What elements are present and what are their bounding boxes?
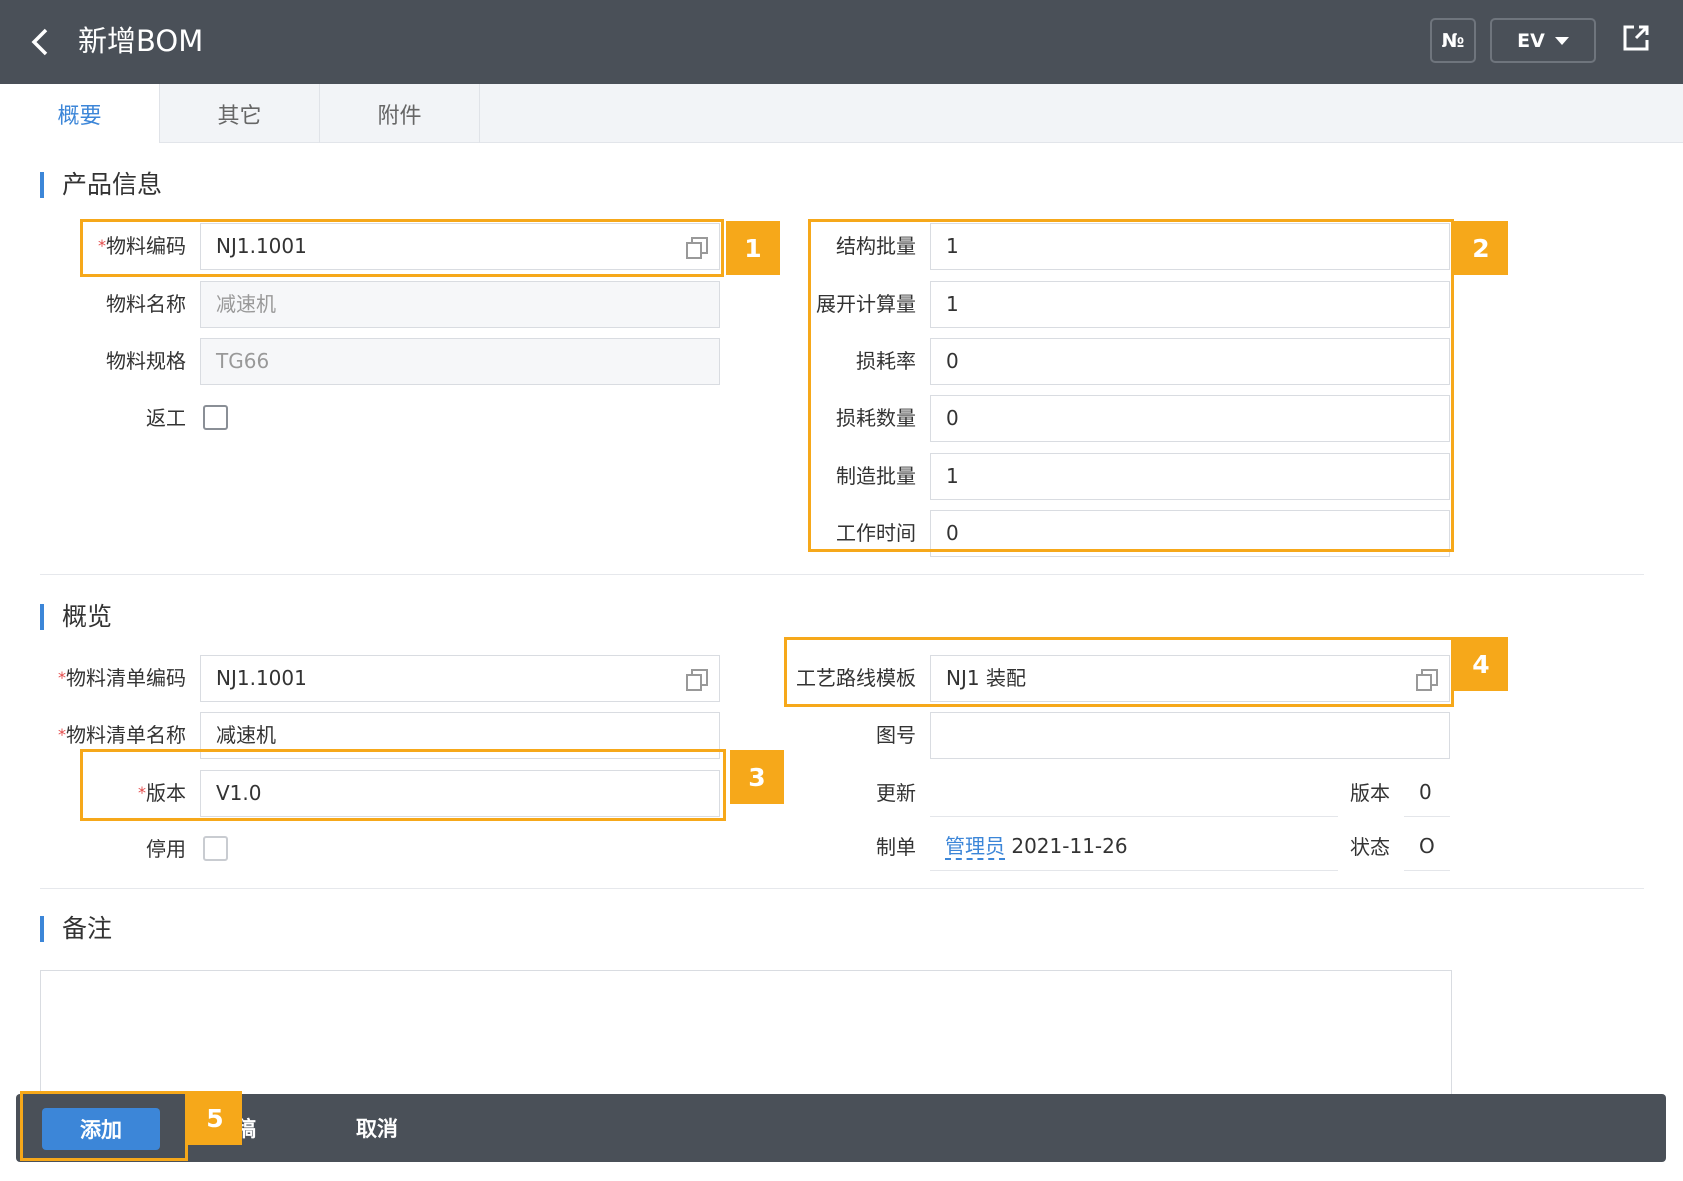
ev-dropdown-label: EV: [1517, 29, 1545, 52]
annotation-box-5: [20, 1091, 188, 1161]
disabled-checkbox[interactable]: [203, 836, 228, 861]
annotation-box-2: [808, 219, 1454, 552]
number-button[interactable]: №: [1430, 18, 1476, 63]
update-value-field: [930, 770, 1338, 817]
tab-other[interactable]: 其它: [160, 84, 320, 143]
material-name-value: 减速机: [216, 292, 276, 316]
annotation-badge-2: 2: [1454, 221, 1508, 275]
creator-label: 制单: [876, 835, 916, 859]
share-export-icon[interactable]: [1620, 22, 1652, 54]
annotation-badge-5: 5: [188, 1091, 242, 1145]
tab-summary[interactable]: 概要: [0, 84, 160, 143]
bottom-action-bar: [16, 1094, 1666, 1162]
version-no-label: 版本: [1350, 781, 1390, 805]
tab-other-label: 其它: [217, 103, 262, 129]
material-spec-input[interactable]: TG66: [200, 338, 720, 385]
disabled-label: 停用: [146, 837, 186, 861]
back-arrow-icon[interactable]: [26, 24, 56, 60]
bom-name-label: *物料清单名称: [40, 722, 186, 748]
chevron-down-icon: [1554, 36, 1569, 45]
status-label: 状态: [1350, 835, 1390, 859]
top-header: 新增BOM № EV: [0, 0, 1683, 84]
creator-name-link[interactable]: 管理员: [945, 834, 1005, 860]
creator-date: 2021-11-26: [1011, 834, 1128, 858]
bom-name-label-text: 物料清单名称: [66, 723, 186, 747]
cancel-button-label: 取消: [356, 1117, 398, 1141]
drawing-no-input[interactable]: [930, 712, 1450, 759]
cancel-button[interactable]: 取消: [356, 1110, 398, 1148]
annotation-badge-1: 1: [726, 221, 780, 275]
rework-label: 返工: [146, 406, 186, 430]
page-title: 新增BOM: [78, 24, 204, 58]
material-name-label: 物料名称: [106, 292, 186, 316]
drawing-no-label: 图号: [876, 723, 916, 747]
rework-checkbox[interactable]: [203, 405, 228, 430]
material-spec-label: 物料规格: [106, 349, 186, 373]
tab-summary-label: 概要: [57, 103, 102, 129]
annotation-box-4: [784, 637, 1454, 707]
annotation-box-3: [80, 749, 726, 821]
material-name-input[interactable]: 减速机: [200, 281, 720, 328]
remarks-textarea[interactable]: [40, 970, 1452, 1100]
annotation-badge-4: 4: [1454, 637, 1508, 691]
ev-dropdown-button[interactable]: EV: [1490, 18, 1596, 63]
section-divider: [40, 574, 1644, 575]
status-field: O: [1404, 824, 1450, 871]
number-button-label: №: [1441, 29, 1465, 52]
section-divider: [40, 888, 1644, 889]
bom-code-label: *物料清单编码: [40, 665, 186, 691]
annotation-box-1: [80, 219, 724, 277]
lookup-icon[interactable]: [685, 668, 709, 692]
tab-attachments-label: 附件: [377, 103, 422, 129]
required-asterisk: *: [58, 725, 66, 744]
version-no-field: 0: [1404, 770, 1450, 817]
section-title-overview: 概览: [40, 604, 112, 630]
bom-name-value: 减速机: [216, 723, 276, 747]
status-value: O: [1419, 834, 1435, 858]
creator-field: 管理员 2021-11-26: [930, 824, 1338, 871]
version-no-value: 0: [1419, 780, 1432, 804]
annotation-badge-3: 3: [730, 750, 784, 804]
section-title-product-info: 产品信息: [40, 172, 162, 198]
tab-bar: 概要 其它 附件: [0, 84, 1683, 143]
bom-code-label-text: 物料清单编码: [66, 666, 186, 690]
section-title-remarks: 备注: [40, 916, 112, 942]
bom-code-input[interactable]: NJ1.1001: [200, 655, 720, 702]
material-spec-value: TG66: [216, 349, 270, 373]
tab-attachments[interactable]: 附件: [320, 84, 480, 143]
update-label: 更新: [876, 781, 916, 805]
required-asterisk: *: [58, 668, 66, 687]
bom-code-value: NJ1.1001: [216, 666, 307, 690]
